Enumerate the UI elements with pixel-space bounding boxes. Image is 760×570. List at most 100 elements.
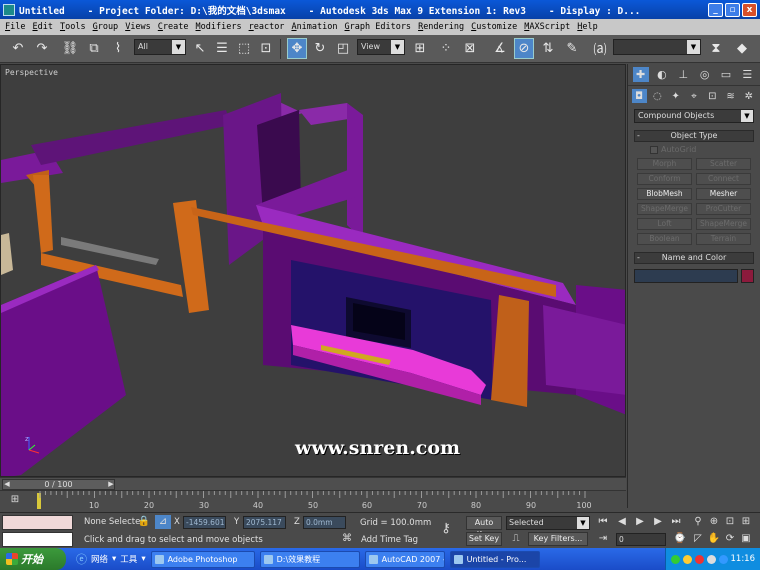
- select-and-scale-icon[interactable]: ◰: [333, 38, 353, 59]
- terrain-button[interactable]: Terrain: [696, 233, 751, 245]
- select-and-rotate-icon[interactable]: ↻: [310, 38, 330, 59]
- key-mode-toggle-icon[interactable]: ⇥: [595, 532, 611, 546]
- percent-snap-icon[interactable]: ⊘: [514, 38, 534, 59]
- select-and-move-icon[interactable]: ✥: [287, 38, 307, 59]
- task-autocad[interactable]: AutoCAD 2007 - ...: [364, 550, 445, 568]
- shapes-icon[interactable]: ◌: [650, 89, 665, 103]
- tray-icon[interactable]: [706, 554, 716, 564]
- y-coordinate-field[interactable]: 2075.117: [243, 516, 286, 529]
- current-frame-field[interactable]: 0: [616, 533, 666, 546]
- tray-icon[interactable]: [718, 554, 728, 564]
- zoom-icon[interactable]: ⚲: [690, 515, 706, 529]
- angle-snap-icon[interactable]: ∡: [490, 38, 510, 59]
- procutter-button[interactable]: ProCutter: [696, 203, 751, 215]
- key-filters-button[interactable]: Key Filters...: [528, 532, 588, 546]
- viewport-label[interactable]: Perspective: [5, 68, 58, 77]
- set-key-button[interactable]: Set Key: [466, 532, 502, 546]
- next-frame-icon[interactable]: ▶: [650, 515, 666, 529]
- object-category-select[interactable]: Compound Objects ▼: [634, 109, 754, 123]
- menu-create[interactable]: Create: [158, 22, 189, 32]
- x-coordinate-field[interactable]: -1459.601: [183, 516, 226, 529]
- minimize-button[interactable]: _: [708, 2, 723, 17]
- start-button[interactable]: 开始: [0, 548, 66, 570]
- maximize-viewport-icon[interactable]: ▣: [738, 532, 754, 546]
- autogrid-checkbox[interactable]: AutoGrid: [650, 145, 760, 154]
- maxscript-listener-top[interactable]: [2, 515, 73, 530]
- align-icon[interactable]: ◆: [732, 38, 752, 59]
- selection-filter-select[interactable]: All ▼: [134, 39, 186, 55]
- lights-icon[interactable]: ✦: [668, 89, 683, 103]
- scatter-button[interactable]: Scatter: [696, 158, 751, 170]
- modify-tab-icon[interactable]: ◐: [654, 67, 670, 82]
- menu-customize[interactable]: Customize: [471, 22, 517, 32]
- lock-selection-icon[interactable]: 🔒: [136, 515, 152, 529]
- network-label[interactable]: 网络: [91, 553, 108, 565]
- clock[interactable]: 11:16: [731, 554, 756, 564]
- geometry-icon[interactable]: ◘: [631, 89, 647, 103]
- track-bar[interactable]: ⊞ 10 20 30 40 50 60 70 80 90 100: [0, 490, 626, 512]
- time-tag-icon[interactable]: ⌘: [339, 532, 355, 546]
- motion-tab-icon[interactable]: ◎: [697, 67, 713, 82]
- tray-icon[interactable]: [670, 554, 680, 564]
- object-type-rollout[interactable]: - Object Type: [634, 130, 754, 142]
- menu-modifiers[interactable]: Modifiers: [196, 22, 242, 32]
- pan-icon[interactable]: ✋: [706, 532, 722, 546]
- menu-file[interactable]: File: [5, 22, 25, 32]
- menu-reactor[interactable]: reactor: [249, 22, 285, 32]
- time-config-icon[interactable]: ⌚: [672, 532, 688, 546]
- menu-help[interactable]: Help: [577, 22, 597, 32]
- name-color-rollout[interactable]: - Name and Color: [634, 252, 754, 264]
- fov-icon[interactable]: ◸: [690, 532, 706, 546]
- edit-named-sel-icon[interactable]: ✎: [562, 38, 582, 59]
- goto-start-icon[interactable]: ⏮: [595, 515, 611, 529]
- blobmesh-button[interactable]: BlobMesh: [637, 188, 692, 200]
- space-warps-icon[interactable]: ≋: [723, 89, 738, 103]
- cameras-icon[interactable]: ⌖: [686, 89, 701, 103]
- curve-editor-icon[interactable]: ⊞: [8, 494, 22, 508]
- zoom-all-icon[interactable]: ⊕: [706, 515, 722, 529]
- rect-selection-icon[interactable]: ⬚: [234, 38, 254, 59]
- object-name-input[interactable]: [634, 269, 738, 283]
- unlink-icon[interactable]: ⧉: [84, 38, 104, 59]
- shapemerge-button-b[interactable]: ShapeMerge: [696, 218, 751, 230]
- link-icon[interactable]: ⛓: [60, 38, 80, 59]
- mesher-button[interactable]: Mesher: [696, 188, 751, 200]
- slider-prev-icon[interactable]: ◀: [2, 479, 12, 490]
- perspective-viewport[interactable]: Perspective z: [0, 64, 626, 477]
- menu-views[interactable]: Views: [125, 22, 151, 32]
- set-key-icon[interactable]: ⎍: [508, 532, 524, 546]
- pivot-center-icon[interactable]: ⊞: [410, 38, 430, 59]
- keyboard-shortcut-icon[interactable]: ⁘: [436, 38, 456, 59]
- spinner-snap-icon[interactable]: ⇅: [538, 38, 558, 59]
- undo-icon[interactable]: ↶: [8, 38, 28, 59]
- systems-icon[interactable]: ✲: [741, 89, 756, 103]
- menu-maxscript[interactable]: MAXScript: [524, 22, 570, 32]
- select-by-name-icon[interactable]: ☰: [212, 38, 232, 59]
- menu-graph-editors[interactable]: Graph Editors: [345, 22, 412, 32]
- conform-button[interactable]: Conform: [637, 173, 692, 185]
- auto-key-button[interactable]: Auto Key: [466, 516, 502, 539]
- prev-frame-icon[interactable]: ◀: [614, 515, 630, 529]
- orbit-icon[interactable]: ⟳: [722, 532, 738, 546]
- boolean-button[interactable]: Boolean: [637, 233, 692, 245]
- window-crossing-icon[interactable]: ⊡: [256, 38, 276, 59]
- named-selection-icon[interactable]: ⒜: [590, 38, 610, 59]
- select-object-icon[interactable]: ↖: [190, 38, 210, 59]
- task-photoshop[interactable]: Adobe Photoshop: [150, 550, 255, 568]
- display-tab-icon[interactable]: ▭: [718, 67, 734, 82]
- app-icon[interactable]: [3, 3, 15, 16]
- object-color-swatch[interactable]: [741, 269, 754, 283]
- tray-icon[interactable]: [682, 554, 692, 564]
- tray-icon[interactable]: [694, 554, 704, 564]
- goto-end-icon[interactable]: ⏭: [668, 515, 684, 529]
- add-time-tag[interactable]: Add Time Tag: [361, 535, 418, 545]
- named-selection-sets-select[interactable]: ▼: [613, 39, 701, 55]
- helpers-icon[interactable]: ⊡: [705, 89, 720, 103]
- loft-button[interactable]: Loft: [637, 218, 692, 230]
- tools-dropdown-icon[interactable]: ▾: [141, 554, 145, 564]
- maxscript-listener-bottom[interactable]: [2, 532, 73, 547]
- network-dropdown-icon[interactable]: ▾: [112, 554, 116, 564]
- morph-button[interactable]: Morph: [637, 158, 692, 170]
- shapemerge-button-a[interactable]: ShapeMerge: [637, 203, 692, 215]
- reference-coord-select[interactable]: View ▼: [357, 39, 405, 55]
